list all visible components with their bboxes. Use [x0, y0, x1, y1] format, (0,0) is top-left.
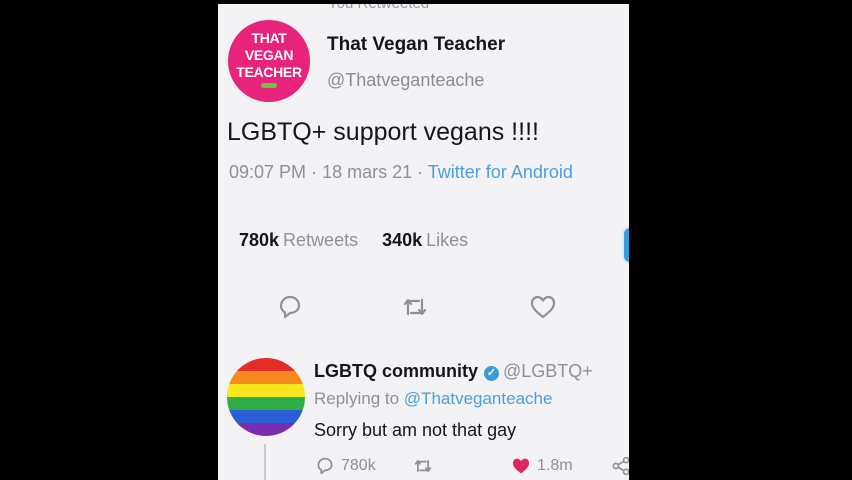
reply-display-name[interactable]: LGBTQ community — [314, 361, 478, 381]
avatar-text-line3: TEACHER — [236, 64, 302, 80]
floating-compose-button[interactable] — [622, 226, 629, 264]
tweet-text: LGBTQ+ support vegans !!!! — [227, 118, 539, 146]
reply-share-button[interactable] — [610, 454, 629, 478]
like-button[interactable] — [528, 292, 558, 322]
likes-count[interactable]: 340k — [382, 230, 422, 250]
replying-to: Replying to @Thatveganteache — [314, 389, 552, 409]
retweet-icon — [414, 459, 432, 473]
avatar-text-line2: VEGAN — [244, 47, 294, 63]
reply-text: Sorry but am not that gay — [314, 420, 517, 440]
reply-icon — [317, 457, 333, 475]
reply-like-count: 1.8m — [537, 457, 573, 474]
tweet-time: 09:07 PM — [229, 162, 307, 182]
reply-icon — [279, 295, 301, 319]
tweet-stats: 780k Retweets 340k Likes — [239, 230, 468, 251]
retweets-label[interactable]: Retweets — [283, 230, 358, 250]
reply-reply-count: 780k — [341, 457, 376, 474]
verified-badge-icon: ✓ — [484, 366, 500, 381]
avatar-text-line1: THAT — [251, 30, 287, 46]
retweet-icon — [403, 298, 427, 316]
reply-button[interactable] — [275, 292, 305, 322]
thread-line — [264, 444, 266, 480]
author-avatar[interactable]: THAT VEGAN TEACHER — [228, 20, 310, 102]
reply-reply-button[interactable]: 780k — [314, 454, 376, 478]
reply-handle[interactable]: @LGBTQ+ — [503, 361, 593, 381]
retweet-button[interactable] — [400, 292, 430, 322]
replying-to-handle[interactable]: @Thatveganteache — [404, 389, 553, 408]
tweet-meta: 09:07 PM · 18 mars 21 · Twitter for Andr… — [229, 162, 573, 182]
share-icon — [612, 456, 629, 476]
tweet-screenshot: You Retweeted THAT VEGAN TEACHER That Ve… — [218, 4, 629, 480]
tweet-source-link[interactable]: Twitter for Android — [428, 162, 573, 182]
author-display-name[interactable]: That Vegan Teacher — [327, 34, 505, 56]
reply-retweet-button[interactable] — [412, 454, 439, 478]
reply-author-avatar[interactable] — [227, 358, 305, 436]
retweets-count[interactable]: 780k — [239, 230, 279, 250]
likes-label[interactable]: Likes — [426, 230, 468, 250]
retweeted-note: You Retweeted — [328, 4, 429, 12]
heart-filled-icon — [512, 458, 530, 474]
reply-author[interactable]: LGBTQ community ✓ @LGBTQ+ — [314, 361, 593, 382]
leaf-icon — [261, 83, 277, 88]
heart-icon — [530, 295, 556, 319]
tweet-date: 18 mars 21 — [322, 162, 413, 182]
author-handle[interactable]: @Thatveganteache — [327, 70, 484, 91]
reply-like-button[interactable]: 1.8m — [510, 454, 573, 478]
replying-to-label: Replying to — [314, 389, 400, 408]
